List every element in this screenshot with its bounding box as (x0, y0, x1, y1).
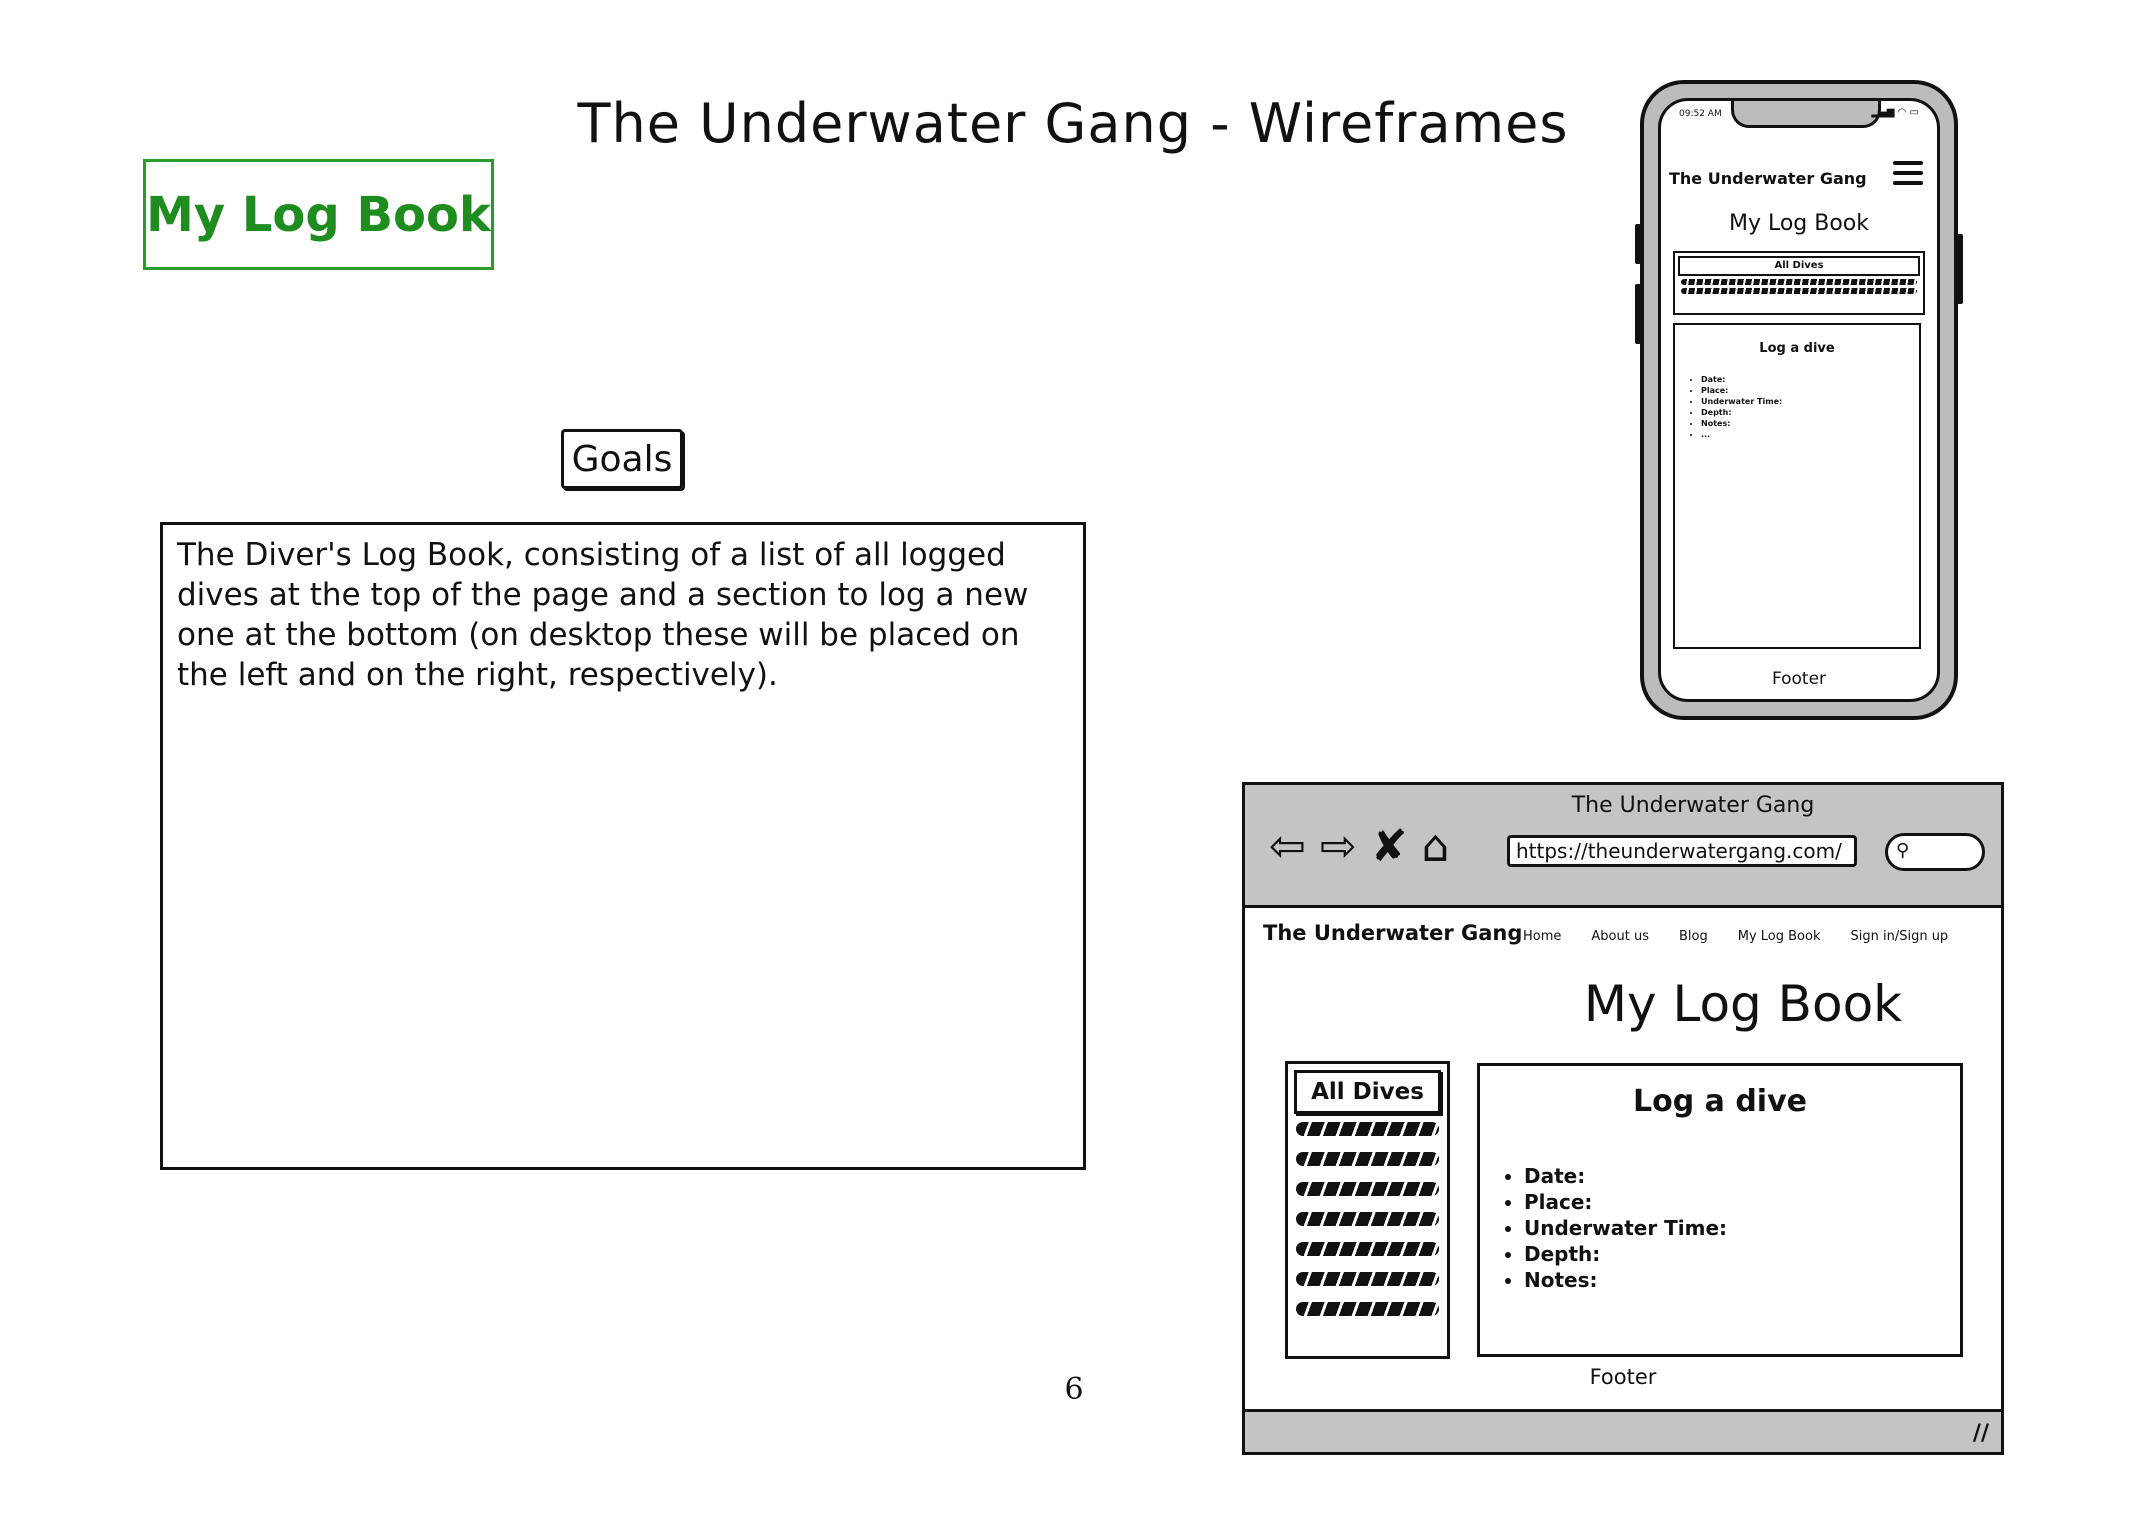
phone-side-button (1635, 284, 1641, 344)
nav-home[interactable]: Home (1523, 929, 1561, 944)
hamburger-menu-icon[interactable] (1893, 161, 1923, 187)
mobile-footer: Footer (1771, 669, 1827, 689)
form-field-label[interactable]: Notes: (1701, 418, 1919, 429)
form-field-label[interactable]: Date: (1701, 374, 1919, 385)
search-input[interactable]: ⚲ (1885, 833, 1985, 871)
desktop-wireframe: The Underwater Gang ⇦ ⇨ ✘ ⌂ https://theu… (1242, 782, 2004, 1455)
desktop-dives-title: All Dives (1294, 1070, 1441, 1114)
mobile-dives-list: All Dives (1673, 251, 1925, 315)
mobile-log-form: Log a dive Date: Place: Underwater Time:… (1673, 323, 1921, 649)
mobile-dives-title: All Dives (1678, 256, 1920, 276)
phone-side-button (1957, 234, 1963, 304)
page-number: 6 (1064, 1372, 1084, 1407)
goals-label: Goals (561, 429, 683, 489)
form-field-label[interactable]: Depth: (1524, 1241, 1960, 1267)
site-nav: Home About us Blog My Log Book Sign in/S… (1523, 929, 1948, 944)
close-icon[interactable]: ✘ (1371, 825, 1408, 869)
window-title: The Underwater Gang (1571, 793, 1815, 818)
browser-statusbar: // (1245, 1409, 2001, 1452)
nav-log-book[interactable]: My Log Book (1738, 929, 1821, 944)
mobile-wireframe: 09:52 AM ▂▄▆ ◠ ▭ The Underwater Gang My … (1635, 80, 1963, 720)
mobile-heading: My Log Book (1728, 211, 1870, 236)
home-icon[interactable]: ⌂ (1422, 825, 1450, 869)
phone-screen: 09:52 AM ▂▄▆ ◠ ▭ The Underwater Gang My … (1658, 98, 1940, 702)
phone-notch (1731, 101, 1881, 128)
form-field-label[interactable]: Underwater Time: (1524, 1215, 1960, 1241)
forward-arrow-icon[interactable]: ⇨ (1320, 825, 1357, 869)
dive-entry-placeholder[interactable] (1296, 1182, 1439, 1196)
nav-sign-in[interactable]: Sign in/Sign up (1850, 929, 1948, 944)
desktop-footer: Footer (1589, 1365, 1657, 1389)
nav-blog[interactable]: Blog (1679, 929, 1708, 944)
dive-entry-placeholder[interactable] (1681, 279, 1917, 285)
dive-entry-placeholder[interactable] (1296, 1272, 1439, 1286)
nav-about[interactable]: About us (1591, 929, 1649, 944)
dive-entry-placeholder[interactable] (1296, 1122, 1439, 1136)
browser-nav-icons: ⇦ ⇨ ✘ ⌂ (1269, 825, 1450, 869)
search-icon: ⚲ (1896, 840, 1910, 861)
goals-box: The Diver's Log Book, consisting of a li… (160, 522, 1086, 1170)
dive-entry-placeholder[interactable] (1296, 1302, 1439, 1316)
browser-toolbar: The Underwater Gang ⇦ ⇨ ✘ ⌂ https://theu… (1245, 785, 2001, 908)
desktop-log-form: Log a dive Date: Place: Underwater Time:… (1477, 1063, 1963, 1357)
signal-icon: ▂▄▆ ◠ ▭ (1871, 107, 1919, 118)
form-field-label: ... (1701, 429, 1919, 440)
desktop-form-fields: Date: Place: Underwater Time: Depth: Not… (1500, 1163, 1960, 1293)
phone-time: 09:52 AM (1679, 109, 1722, 119)
mobile-brand[interactable]: The Underwater Gang (1669, 169, 1867, 188)
dive-entry-placeholder[interactable] (1681, 288, 1917, 294)
dive-entry-placeholder[interactable] (1296, 1152, 1439, 1166)
site-brand[interactable]: The Underwater Gang (1263, 921, 1522, 945)
dive-entry-placeholder[interactable] (1296, 1212, 1439, 1226)
back-arrow-icon[interactable]: ⇦ (1269, 825, 1306, 869)
form-field-label[interactable]: Date: (1524, 1163, 1960, 1189)
form-field-label[interactable]: Underwater Time: (1701, 396, 1919, 407)
section-title: My Log Book (143, 159, 494, 270)
desktop-form-title: Log a dive (1633, 1084, 1807, 1119)
dive-entry-placeholder[interactable] (1296, 1242, 1439, 1256)
form-field-label[interactable]: Notes: (1524, 1267, 1960, 1293)
form-field-label[interactable]: Depth: (1701, 407, 1919, 418)
desktop-dives-list: All Dives (1285, 1061, 1450, 1359)
desktop-heading: My Log Book (1583, 975, 1903, 1033)
form-field-label[interactable]: Place: (1524, 1189, 1960, 1215)
goals-text: The Diver's Log Book, consisting of a li… (177, 537, 1029, 693)
phone-side-button (1635, 224, 1641, 264)
mobile-form-fields: Date: Place: Underwater Time: Depth: Not… (1685, 374, 1919, 440)
mobile-form-title: Log a dive (1759, 341, 1835, 356)
resize-handle-icon[interactable]: // (1973, 1421, 1989, 1446)
url-input[interactable]: https://theunderwatergang.com/ (1507, 835, 1857, 867)
form-field-label[interactable]: Place: (1701, 385, 1919, 396)
